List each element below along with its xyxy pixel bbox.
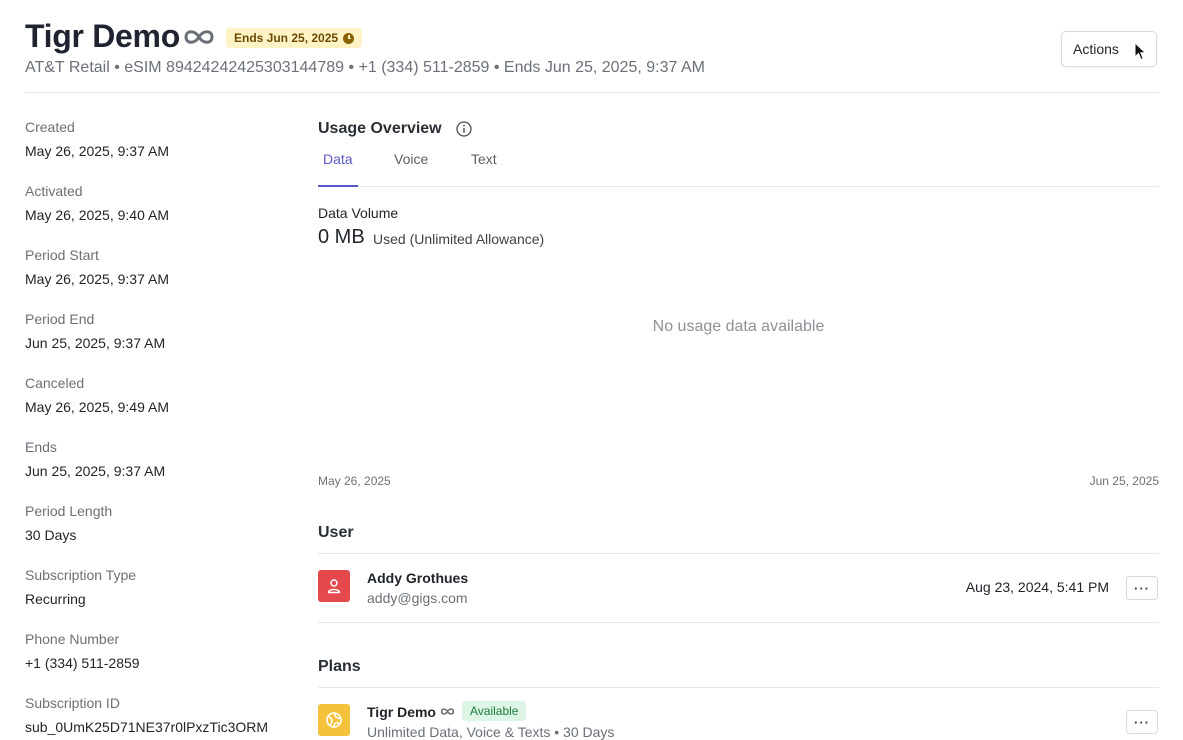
user-section-divider [318,553,1159,554]
header-divider [25,92,1159,93]
detail-label-period-length: Period Length [25,503,113,519]
detail-label-created: Created [25,119,75,135]
subscription-subtitle: AT&T Retail • eSIM 89424242425303144789 … [25,59,705,76]
detail-label-subscription-id: Subscription ID [25,695,120,711]
empty-chart-message: No usage data available [652,318,825,335]
ends-badge-label: Ends Jun 25, 2025 [234,31,339,45]
user-row-divider [318,622,1159,623]
user-more-button[interactable]: ··· [1126,576,1158,600]
plans-section-title: Plans [318,658,361,675]
user-date: Aug 23, 2024, 5:41 PM [965,579,1109,595]
infinity-icon [440,708,455,715]
detail-value-subscription-id: sub_0UmK25D71NE37r0lPxzTic3ORM [25,719,269,735]
detail-value-ends: Jun 25, 2025, 9:37 AM [25,463,166,479]
info-icon[interactable] [456,121,472,137]
plan-avatar [318,704,350,736]
detail-label-subscription-type: Subscription Type [25,567,137,583]
data-volume-value: 0 MB [318,226,365,248]
plan-description: Unlimited Data, Voice & Texts • 30 Days [367,724,615,740]
detail-value-canceled: May 26, 2025, 9:49 AM [25,399,169,415]
detail-value-period-end: Jun 25, 2025, 9:37 AM [25,335,166,351]
detail-label-period-start: Period Start [25,247,99,263]
detail-value-activated: May 26, 2025, 9:40 AM [25,207,169,223]
detail-label-ends: Ends [25,439,57,455]
plans-section-divider [318,687,1159,688]
plan-name[interactable]: Tigr Demo [367,704,436,720]
active-tab-indicator [318,185,358,187]
data-volume-label: Data Volume [318,205,399,221]
chart-axis-end: Jun 25, 2025 [1089,474,1159,488]
detail-value-subscription-type: Recurring [25,591,86,607]
user-email: addy@gigs.com [367,590,468,606]
user-section-title: User [318,524,354,541]
mouse-cursor-icon [1134,42,1147,61]
user-name[interactable]: Addy Grothues [367,570,468,586]
infinity-icon [184,30,214,44]
tab-data[interactable]: Data [323,151,353,167]
tabs-divider [318,186,1159,187]
detail-label-activated: Activated [25,183,83,199]
detail-value-created: May 26, 2025, 9:37 AM [25,143,169,159]
plan-status-badge: Available [462,701,527,721]
usage-overview-title: Usage Overview [318,120,442,137]
page-title: Tigr Demo [25,18,180,54]
detail-label-phone-number: Phone Number [25,631,120,647]
clock-icon [343,32,355,44]
tab-text[interactable]: Text [471,151,497,167]
detail-value-period-length: 30 Days [25,527,77,543]
person-icon [327,579,341,594]
tab-voice[interactable]: Voice [394,151,428,167]
detail-value-phone-number: +1 (334) 511-2859 [25,655,140,671]
globe-icon [326,712,342,728]
detail-value-period-start: May 26, 2025, 9:37 AM [25,271,169,287]
detail-label-canceled: Canceled [25,375,85,391]
plan-more-button[interactable]: ··· [1126,710,1158,734]
detail-label-period-end: Period End [25,311,95,327]
data-volume-suffix: Used (Unlimited Allowance) [373,231,545,247]
user-avatar [318,570,350,602]
ends-badge: Ends Jun 25, 2025 [226,28,363,48]
chart-axis-start: May 26, 2025 [318,474,391,488]
